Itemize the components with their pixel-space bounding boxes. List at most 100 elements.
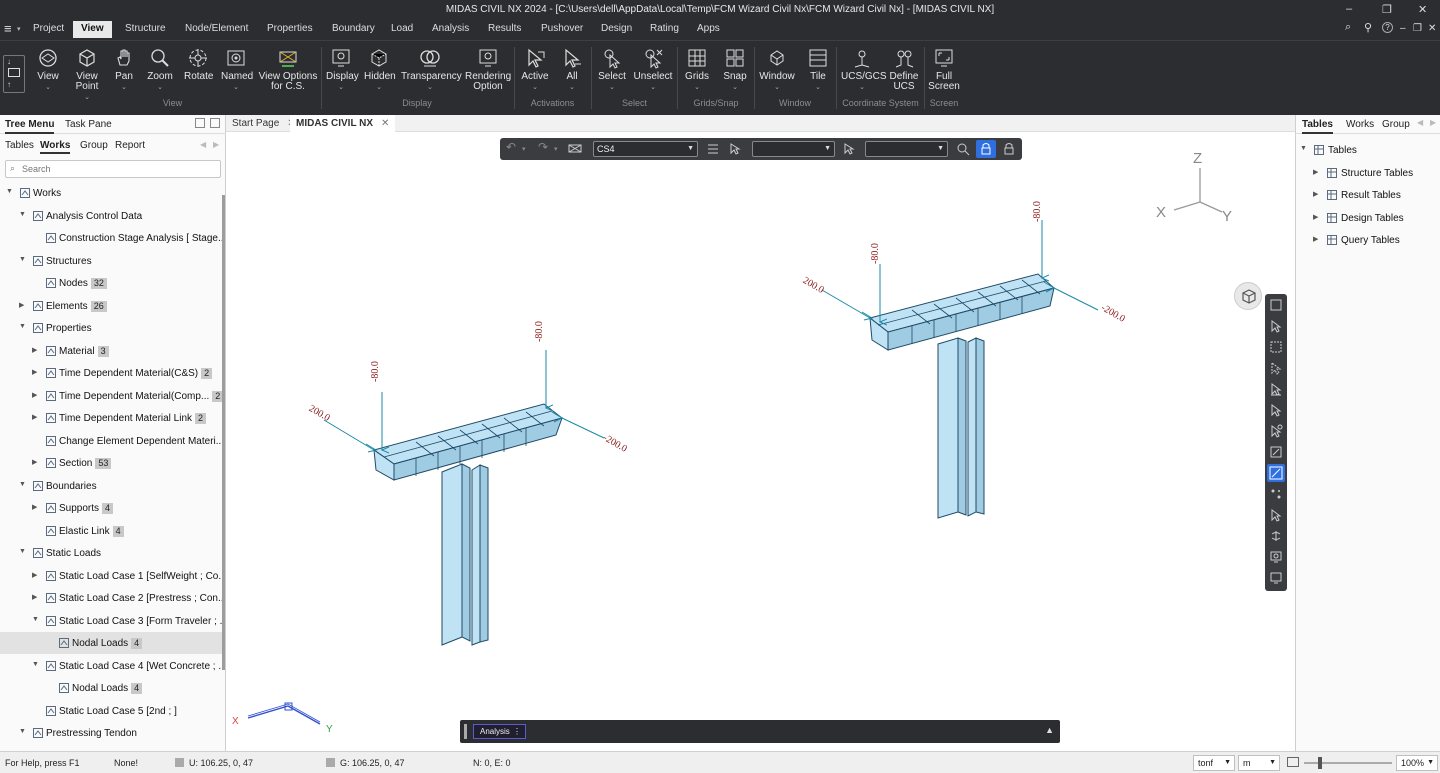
tree-item[interactable]: Elastic Link 4: [0, 520, 222, 542]
undo-dropdown-icon[interactable]: ▾: [522, 145, 536, 159]
select-plane-icon[interactable]: [1269, 382, 1283, 396]
undo-icon[interactable]: ↶: [506, 140, 520, 154]
expand-arrow-icon[interactable]: ▶: [32, 391, 37, 399]
zoom-slider[interactable]: [1304, 757, 1392, 769]
menu-view[interactable]: View: [73, 21, 112, 38]
table-tree-item[interactable]: ▶ Query Tables: [1296, 229, 1436, 251]
ribbon-pin-icon[interactable]: ↓ ↑: [3, 55, 25, 93]
table-tree-item[interactable]: ▶ Design Tables: [1296, 207, 1436, 229]
expand-arrow-icon[interactable]: ▶: [1313, 168, 1318, 176]
rotate-button[interactable]: Rotate: [184, 47, 213, 82]
stage-list-icon[interactable]: [706, 142, 720, 156]
zoom-button[interactable]: Zoom ⌄: [147, 47, 173, 93]
select-intersect-icon[interactable]: [1269, 361, 1283, 375]
tree-item[interactable]: ▶ Section 53: [0, 452, 222, 474]
tab-midas-civil-nx[interactable]: MIDAS CIVIL NX ✕: [290, 115, 396, 132]
menu-results[interactable]: Results: [488, 23, 521, 34]
tree-item[interactable]: ▶ Time Dependent Material Link 2: [0, 407, 222, 429]
tile-button[interactable]: Tile ⌄: [805, 47, 831, 93]
view-cube-button[interactable]: [1234, 282, 1262, 310]
zoom-slider-thumb[interactable]: [1318, 757, 1322, 769]
panel-split-icon[interactable]: [210, 118, 220, 128]
collapse-arrow-icon[interactable]: ▼: [19, 323, 26, 330]
tree-item[interactable]: ▼ Static Load Case 3 [Form Traveler ; ...: [0, 610, 222, 632]
render-monitor-icon[interactable]: [1269, 571, 1283, 585]
collapse-arrow-icon[interactable]: ▼: [32, 661, 39, 668]
hidden-button[interactable]: Hidden ⌄: [364, 47, 396, 93]
tree-item[interactable]: ▼ Structures: [0, 250, 222, 272]
minimize-button[interactable]: –: [1346, 3, 1352, 15]
tree-item[interactable]: Nodes 32: [0, 272, 222, 294]
menu-analysis[interactable]: Analysis: [432, 23, 469, 34]
doc-close-button[interactable]: ✕: [1428, 23, 1436, 34]
collapse-arrow-icon[interactable]: ▼: [6, 188, 13, 195]
zoom-select[interactable]: 100% ▼: [1396, 755, 1438, 771]
force-unit-select[interactable]: tonf ▼: [1193, 755, 1235, 771]
select-identity-icon[interactable]: [1269, 529, 1283, 543]
grids-button[interactable]: Grids ⌄: [683, 47, 711, 93]
menu-structure[interactable]: Structure: [125, 23, 166, 34]
select-button[interactable]: Select ⌄: [596, 47, 628, 93]
expand-arrow-icon[interactable]: ▶: [32, 368, 37, 376]
hamburger-menu-icon[interactable]: ≡: [4, 21, 12, 36]
menu-pushover[interactable]: Pushover: [541, 23, 583, 34]
collapse-arrow-icon[interactable]: ▼: [1300, 145, 1307, 152]
tree-item[interactable]: ▶ Material 3: [0, 340, 222, 362]
redo-icon[interactable]: ↷: [538, 140, 552, 154]
collapse-arrow-icon[interactable]: ▼: [19, 728, 26, 735]
select-element-icon[interactable]: [1269, 508, 1283, 522]
view-button[interactable]: View ⌄: [35, 47, 61, 93]
tree-item[interactable]: Change Element Dependent Materi...: [0, 430, 222, 452]
transparency-button[interactable]: Transparency ⌄: [401, 47, 462, 93]
model-viewport[interactable]: 200.0 -200.0 -80.0 -80.0 200.0 -200.0 -8…: [226, 132, 1295, 751]
tree-item[interactable]: ▶ Time Dependent Material(Comp... 2: [0, 385, 222, 407]
collapse-arrow-icon[interactable]: ▼: [19, 211, 26, 218]
subtab-works[interactable]: Works: [40, 140, 71, 154]
rendering-option-button[interactable]: Rendering Option: [465, 47, 511, 92]
menu-node-element[interactable]: Node/Element: [185, 23, 248, 34]
table-tree-item[interactable]: ▶ Structure Tables: [1296, 162, 1436, 184]
select-window-icon[interactable]: [1269, 298, 1283, 312]
close-icon[interactable]: ✕: [381, 118, 389, 129]
menu-load[interactable]: Load: [391, 23, 413, 34]
tree-item[interactable]: ▶ Time Dependent Material(C&S) 2: [0, 362, 222, 384]
expand-arrow-icon[interactable]: ▶: [1313, 190, 1318, 198]
panel-layout-icon[interactable]: [195, 118, 205, 128]
expand-arrow-icon[interactable]: ▶: [32, 503, 37, 511]
display-monitor-icon[interactable]: [1269, 550, 1283, 564]
ucs-gcs-button[interactable]: UCS/GCS ⌄: [841, 47, 887, 93]
collapse-arrow-icon[interactable]: ▼: [19, 548, 26, 555]
zoom-fit-icon[interactable]: [956, 142, 970, 156]
unselect-button[interactable]: Unselect ⌄: [633, 47, 673, 93]
active-button[interactable]: Active ⌄: [519, 47, 551, 93]
chevron-right-icon[interactable]: ▶: [1430, 118, 1436, 127]
full-screen-button[interactable]: Full Screen: [928, 47, 960, 92]
key-icon[interactable]: ⚲: [1364, 21, 1372, 34]
menu-apps[interactable]: Apps: [697, 23, 720, 34]
redo-dropdown-icon[interactable]: ▾: [554, 145, 568, 159]
menu-design[interactable]: Design: [601, 23, 632, 34]
rtab-tables[interactable]: Tables: [1302, 119, 1333, 134]
tree-scrollbar[interactable]: [222, 195, 225, 670]
select-previous-icon[interactable]: [1269, 445, 1283, 459]
tree-item[interactable]: ▼ Static Load Case 4 [Wet Concrete ; ...: [0, 655, 222, 677]
chevron-left-icon[interactable]: ◀: [200, 140, 206, 149]
tree-item[interactable]: ▼ Boundaries: [0, 475, 222, 497]
tree-item[interactable]: ▶ Supports 4: [0, 497, 222, 519]
rtab-group[interactable]: Group: [1382, 119, 1410, 130]
construction-stage-icon[interactable]: [568, 142, 582, 156]
stage-pick-icon[interactable]: [728, 142, 742, 156]
table-tree-item[interactable]: ▶ Result Tables: [1296, 184, 1436, 206]
search-input[interactable]: [22, 163, 212, 175]
tree-item[interactable]: Construction Stage Analysis [ Stage...: [0, 227, 222, 249]
all-button[interactable]: All ⌄: [558, 47, 586, 93]
table-tree-item[interactable]: ▼ Tables: [1296, 139, 1436, 161]
expand-arrow-icon[interactable]: ▶: [32, 593, 37, 601]
chevron-left-icon[interactable]: ◀: [1417, 118, 1423, 127]
select-single-icon[interactable]: [1269, 319, 1283, 333]
restore-button[interactable]: ❐: [1382, 3, 1392, 16]
menu-rating[interactable]: Rating: [650, 23, 679, 34]
pan-button[interactable]: Pan ⌄: [112, 47, 136, 93]
view-point-button[interactable]: View Point ⌄: [72, 47, 102, 103]
tree-item[interactable]: Nodal Loads 4: [0, 632, 222, 654]
